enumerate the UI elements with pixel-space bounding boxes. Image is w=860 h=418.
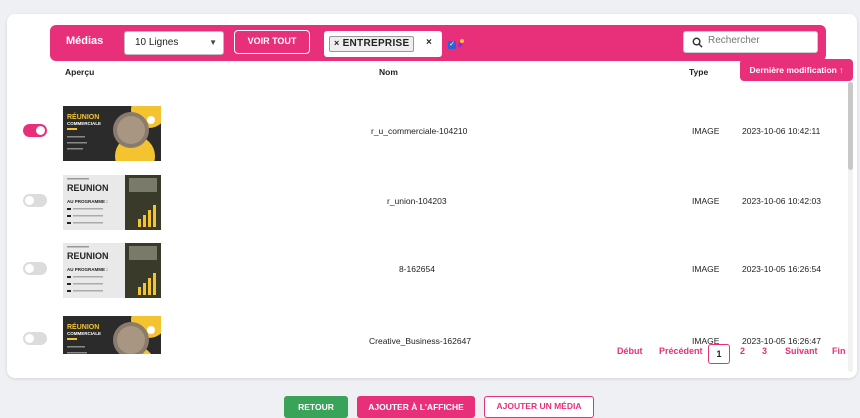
table-scrollbar[interactable]	[848, 82, 853, 372]
table-row: REUNION AU PROGRAMME : r_union-104203 IM…	[7, 172, 845, 242]
media-name: r_union-104203	[387, 196, 447, 206]
toggle-knob	[25, 196, 34, 205]
pagination-page-2[interactable]: 2	[740, 346, 745, 356]
media-type: IMAGE	[692, 264, 720, 274]
toggle-knob	[25, 264, 34, 273]
media-modified: 2023-10-05 16:26:47	[742, 336, 821, 346]
header-type[interactable]: Type	[689, 67, 708, 77]
media-name: Creative_Business-162647	[369, 336, 472, 346]
media-thumbnail[interactable]: RÉUNION COMMERCIALE	[63, 316, 161, 354]
search-box[interactable]	[683, 31, 818, 53]
tag-filter[interactable]: × ENTREPRISE ×	[324, 31, 442, 57]
rows-per-page-select[interactable]: 10 Lignes ▼	[124, 31, 224, 55]
enable-toggle[interactable]	[23, 194, 47, 207]
header-name[interactable]: Nom	[379, 67, 398, 77]
tag-chip: × ENTREPRISE	[329, 36, 415, 52]
pagination-next[interactable]: Suivant	[785, 346, 818, 356]
enable-toggle[interactable]	[23, 332, 47, 345]
checkbox-icon[interactable]: ✓	[448, 41, 456, 49]
media-modified: 2023-10-06 10:42:03	[742, 196, 821, 206]
media-thumbnail[interactable]: RÉUNION COMMERCIALE	[63, 106, 161, 161]
thumbnail-subtitle: AU PROGRAMME :	[67, 267, 108, 272]
enable-toggle[interactable]	[23, 262, 47, 275]
media-modified: 2023-10-06 10:42:11	[742, 126, 821, 136]
search-icon	[692, 35, 703, 53]
search-input[interactable]	[708, 35, 813, 46]
color-dot-icon	[458, 43, 462, 47]
table-row: REUNION AU PROGRAMME : 8-162654 IMAGE 20…	[7, 242, 845, 312]
toggle-knob	[25, 334, 34, 343]
thumbnail-title: RÉUNION	[67, 324, 100, 331]
media-name: 8-162654	[399, 264, 435, 274]
media-name: r_u_commerciale-104210	[371, 126, 468, 136]
thumbnail-title: REUNION	[67, 251, 109, 261]
media-thumbnail[interactable]: REUNION AU PROGRAMME :	[63, 243, 161, 298]
chevron-down-icon: ▼	[209, 38, 217, 47]
media-thumbnail[interactable]: REUNION AU PROGRAMME :	[63, 175, 161, 230]
pagination-page-3[interactable]: 3	[762, 346, 767, 356]
thumbnail-subtitle: COMMERCIALE	[67, 331, 101, 336]
media-panel: Médias 10 Lignes ▼ VOIR TOUT × ENTREPRISE…	[7, 14, 857, 378]
header-preview: Aperçu	[65, 67, 95, 77]
add-to-display-button[interactable]: AJOUTER À L'AFFICHE	[357, 396, 475, 418]
toggle-knob	[36, 126, 45, 135]
view-all-button[interactable]: VOIR TOUT	[234, 30, 310, 54]
add-media-button[interactable]: AJOUTER UN MÉDIA	[484, 396, 594, 418]
pagination-last[interactable]: Fin	[832, 346, 846, 356]
table-row: RÉUNION COMMERCIALE r_u_commerciale-1042…	[7, 102, 845, 172]
rows-per-page-value: 10 Lignes	[135, 37, 179, 48]
clear-tags-icon[interactable]: ×	[426, 37, 432, 48]
tag-chip-label: ENTREPRISE	[342, 38, 410, 49]
thumbnail-title: REUNION	[67, 183, 109, 193]
thumbnail-subtitle: AU PROGRAMME :	[67, 199, 108, 204]
sort-by-modified-button[interactable]: Dernière modification ↑	[740, 59, 853, 81]
pagination-prev[interactable]: Précédent	[659, 346, 703, 356]
tag-remove-icon[interactable]: ×	[334, 38, 340, 48]
media-type: IMAGE	[692, 196, 720, 206]
media-modified: 2023-10-05 16:26:54	[742, 264, 821, 274]
back-button[interactable]: RETOUR	[284, 396, 348, 418]
media-type: IMAGE	[692, 126, 720, 136]
scrollbar-thumb[interactable]	[848, 82, 853, 170]
thumbnail-subtitle: COMMERCIALE	[67, 121, 101, 126]
pagination-first[interactable]: Début	[617, 346, 643, 356]
media-toolbar: Médias 10 Lignes ▼ VOIR TOUT × ENTREPRISE…	[50, 25, 826, 61]
toolbar-title: Médias	[66, 35, 104, 47]
pagination-page-1[interactable]: 1	[708, 344, 730, 364]
enable-toggle[interactable]	[23, 124, 47, 137]
thumbnail-title: RÉUNION	[67, 114, 100, 121]
